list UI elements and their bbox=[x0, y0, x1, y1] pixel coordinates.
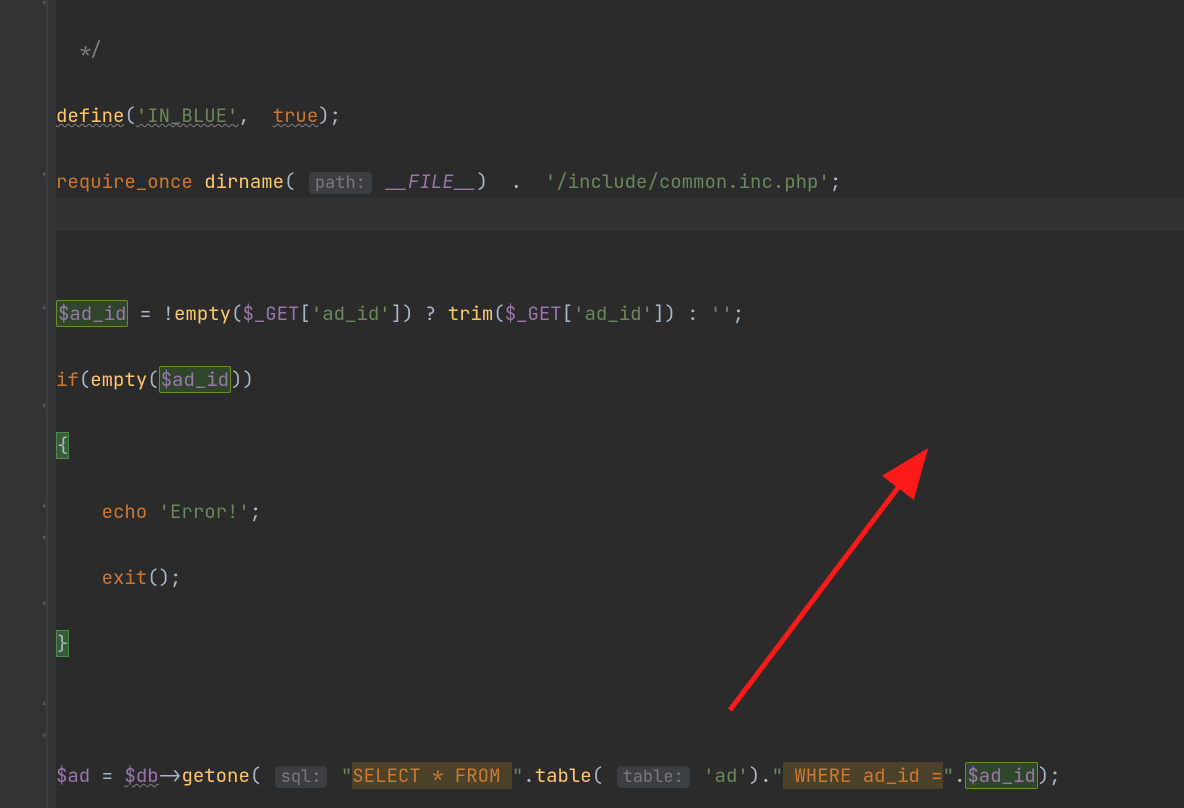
string-ad-id: 'ad_id' bbox=[311, 301, 391, 326]
fold-handle-icon[interactable]: ▾ bbox=[40, 531, 56, 547]
fn-empty: empty bbox=[90, 367, 147, 392]
var-ad-id: $ad_id bbox=[159, 366, 231, 393]
fold-handle-icon[interactable]: ▾ bbox=[40, 399, 56, 415]
brace-close: } bbox=[56, 630, 69, 657]
brace-open: { bbox=[56, 432, 69, 459]
var-db: $db bbox=[124, 763, 158, 788]
const-true: true bbox=[273, 103, 319, 128]
var-ad-id: $ad_id bbox=[56, 300, 128, 327]
string-in-blue: 'IN_BLUE' bbox=[136, 103, 239, 128]
fold-handle-icon[interactable]: ▾ bbox=[40, 168, 56, 184]
string-ad-id: 'ad_id' bbox=[573, 301, 653, 326]
var-ad-id: $ad_id bbox=[965, 762, 1037, 789]
fn-getone: getone bbox=[181, 763, 249, 788]
const-file: __FILE__ bbox=[385, 169, 476, 194]
var-get: $_GET bbox=[242, 301, 299, 326]
param-hint-sql: sql: bbox=[275, 766, 328, 788]
fold-handle-icon[interactable]: ▾ bbox=[40, 597, 56, 613]
fn-trim: trim bbox=[448, 301, 494, 326]
var-get: $_GET bbox=[505, 301, 562, 326]
kw-exit: exit bbox=[102, 565, 148, 590]
sql-select: SELECT * FROM bbox=[352, 762, 512, 789]
fn-dirname: dirname bbox=[204, 169, 284, 194]
fn-table: table bbox=[535, 763, 592, 788]
kw-echo: echo bbox=[102, 499, 148, 524]
param-hint-path: path: bbox=[309, 172, 372, 194]
param-hint-table: table: bbox=[617, 766, 690, 788]
kw-require-once: require_once bbox=[56, 169, 193, 194]
comment-close: */ bbox=[67, 37, 101, 62]
fold-handle-icon[interactable]: ▴ bbox=[40, 696, 56, 712]
kw-if: if bbox=[56, 367, 79, 392]
string-ad: 'ad' bbox=[703, 763, 749, 788]
code-editor[interactable]: ▾ ▾ ▴ ▾ ▴ ▾ ▾ ▴ ▾ */ define('IN_BLUE', t… bbox=[0, 0, 1184, 808]
code-content[interactable]: */ define('IN_BLUE', true); require_once… bbox=[56, 0, 1184, 808]
fold-handle-icon[interactable]: ▴ bbox=[40, 498, 56, 514]
fn-empty: empty bbox=[174, 301, 231, 326]
fn-define: define bbox=[56, 103, 124, 128]
string-error: 'Error!' bbox=[159, 499, 250, 524]
var-ad: $ad bbox=[56, 763, 90, 788]
sql-where: WHERE ad_id = bbox=[783, 762, 943, 789]
string-include-path: '/include/common.inc.php' bbox=[545, 169, 830, 194]
fold-handle-icon[interactable]: ▾ bbox=[40, 0, 56, 12]
fold-handle-icon[interactable]: ▴ bbox=[40, 300, 56, 316]
gutter: ▾ ▾ ▴ ▾ ▴ ▾ ▾ ▴ ▾ bbox=[0, 0, 56, 808]
fold-handle-icon[interactable]: ▾ bbox=[40, 729, 56, 745]
